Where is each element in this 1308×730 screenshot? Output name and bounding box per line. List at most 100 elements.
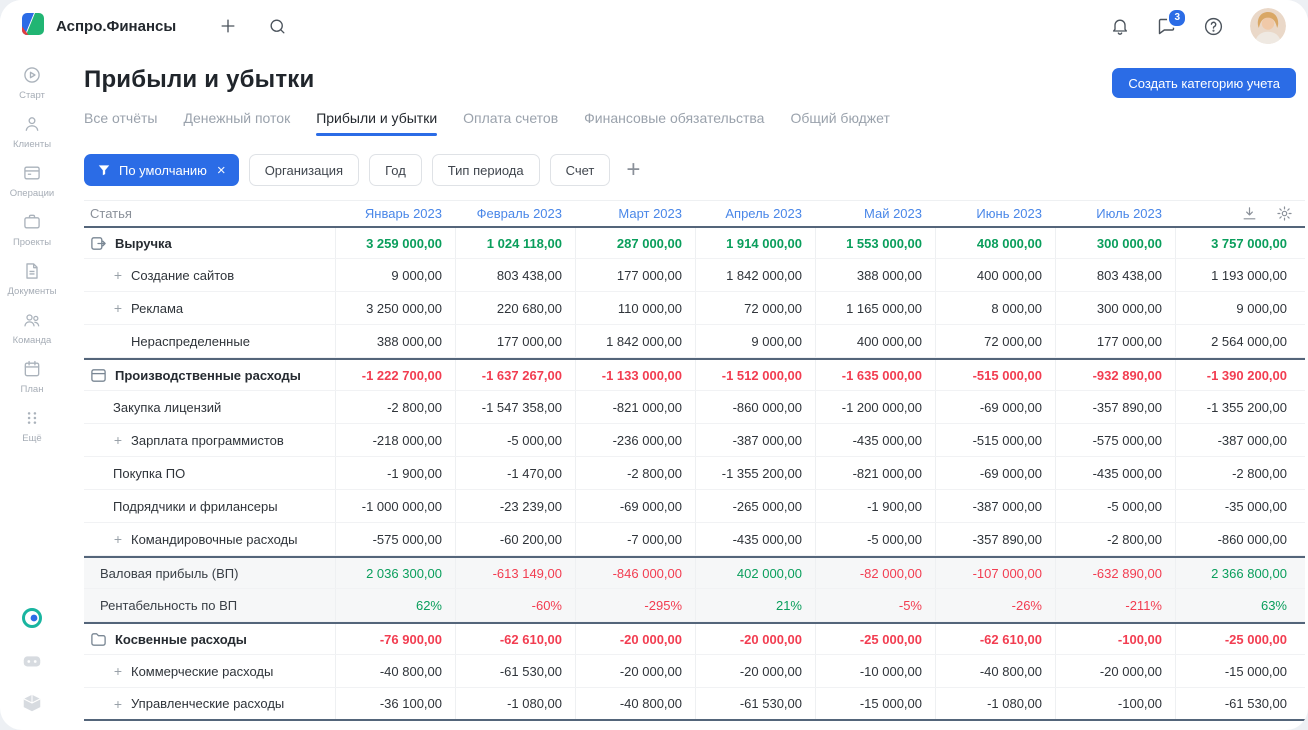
value-cell: -61 530,00 (455, 655, 575, 687)
pnl-table: Статья Январь 2023 Февраль 2023 Март 2023 А… (84, 200, 1305, 721)
messages-icon[interactable]: 3 (1156, 7, 1187, 37)
article-label: Покупка ПО (113, 465, 186, 481)
quick-add-icon[interactable] (218, 16, 238, 36)
article-label: Валовая прибыль (ВП) (100, 565, 239, 581)
value-cell: -821 000,00 (815, 457, 935, 489)
value-cell: 300 000,00 (1055, 292, 1175, 324)
remove-filter-icon[interactable]: × (217, 162, 226, 179)
value-cell: 300 000,00 (1055, 228, 1175, 258)
value-cell: -1 355 200,00 (1175, 391, 1305, 423)
notifications-bell-icon[interactable] (1110, 16, 1130, 36)
filter-chip-organization[interactable]: Организация (248, 154, 360, 186)
value-cell: -1 547 358,00 (455, 391, 575, 423)
sidebar-item-more[interactable]: Ещё (0, 401, 64, 450)
value-cell: 63% (1175, 589, 1305, 621)
table-row[interactable]: + Коммерческие расходы -40 800,00 -61 530,0… (84, 655, 1305, 688)
sidebar-item-label: Операции (9, 188, 55, 199)
filter-chip-year[interactable]: Год (369, 154, 422, 186)
article-cell: Покупка ПО (84, 457, 335, 489)
value-cell: 72 000,00 (935, 325, 1055, 357)
value-cell: 9 000,00 (335, 259, 455, 291)
table-row[interactable]: Производственные расходы -1 222 700,00 -1 … (84, 358, 1305, 391)
table-row[interactable]: Выручка 3 259 000,00 1 024 118,00 287 000,0… (84, 226, 1305, 259)
value-cell: -613 149,00 (455, 558, 575, 588)
create-category-button[interactable]: Создать категорию учета (1112, 68, 1296, 98)
value-cell: -1 133 000,00 (575, 360, 695, 390)
add-filter-button[interactable]: + (622, 158, 644, 182)
dock-app-icon-1[interactable] (21, 650, 43, 672)
brand-logo-icon (20, 11, 46, 42)
sidebar-item-label: План (20, 384, 44, 395)
value-cell: -1 470,00 (455, 457, 575, 489)
table-settings-gear-icon[interactable] (1276, 205, 1293, 222)
sidebar: Старт Клиенты Операции Проекты Документы Кома… (0, 52, 64, 730)
table-row[interactable]: Валовая прибыль (ВП) 2 036 300,00 -613 149… (84, 556, 1305, 589)
value-cell: 1 553 000,00 (815, 228, 935, 258)
table-row[interactable]: Рентабельность по ВП 62% -60% -295% 21% -5% -2… (84, 589, 1305, 622)
value-cell: -435 000,00 (695, 523, 815, 555)
value-cell: -107 000,00 (935, 558, 1055, 588)
value-cell: -40 800,00 (335, 655, 455, 687)
table-row[interactable]: + Управленческие расходы -36 100,00 -1 080,… (84, 688, 1305, 721)
value-cell: -2 800,00 (1175, 457, 1305, 489)
product-logo-icon[interactable] (20, 606, 44, 630)
sidebar-item-clients[interactable]: Клиенты (0, 107, 64, 156)
sidebar-item-documents[interactable]: Документы (0, 254, 64, 303)
expand-plus-icon[interactable]: + (113, 532, 123, 546)
value-cell: 400 000,00 (935, 259, 1055, 291)
table-row[interactable]: Подрядчики и фрилансеры -1 000 000,00 -23 … (84, 490, 1305, 523)
sidebar-item-projects[interactable]: Проекты (0, 205, 64, 254)
sidebar-item-plan[interactable]: План (0, 352, 64, 401)
sidebar-item-start[interactable]: Старт (0, 58, 64, 107)
value-cell: -1 900,00 (335, 457, 455, 489)
table-row[interactable]: + Реклама 3 250 000,00 220 680,00 110 000,00… (84, 292, 1305, 325)
value-cell: 402 000,00 (695, 558, 815, 588)
sidebar-item-operations[interactable]: Операции (0, 156, 64, 205)
table-body: Выручка 3 259 000,00 1 024 118,00 287 000,0… (84, 226, 1305, 721)
value-cell: 9 000,00 (695, 325, 815, 357)
tab-cash-flow[interactable]: Денежный поток (183, 108, 290, 136)
sidebar-item-team[interactable]: Команда (0, 303, 64, 352)
article-column-header: Статья (90, 206, 132, 221)
table-row[interactable]: Косвенные расходы -76 900,00 -62 610,00 -20… (84, 622, 1305, 655)
table-row[interactable]: + Создание сайтов 9 000,00 803 438,00 177 00… (84, 259, 1305, 292)
tab-bills-payment[interactable]: Оплата счетов (463, 108, 558, 136)
month-header: Июнь 2023 (976, 206, 1042, 221)
projects-icon (22, 212, 42, 232)
plan-icon (22, 359, 42, 379)
page-head: Прибыли и убытки Создать категорию учета (84, 66, 1308, 98)
default-filter-label: По умолчанию (119, 162, 207, 178)
download-icon[interactable] (1241, 205, 1258, 222)
table-row[interactable]: Нераспределенные 388 000,00 177 000,00 1 84… (84, 325, 1305, 358)
brand[interactable]: Аспро.Финансы (20, 11, 176, 42)
filter-chip-period-type[interactable]: Тип периода (431, 154, 540, 186)
tab-total-budget[interactable]: Общий бюджет (790, 108, 889, 136)
table-row[interactable]: + Командировочные расходы -575 000,00 -60 2… (84, 523, 1305, 556)
value-cell: -36 100,00 (335, 688, 455, 719)
sidebar-item-label: Проекты (12, 237, 52, 248)
tab-all-reports[interactable]: Все отчёты (84, 108, 157, 136)
dock-app-icon-2[interactable] (21, 692, 43, 714)
sidebar-item-label: Старт (19, 90, 45, 101)
avatar[interactable] (1250, 8, 1286, 44)
expand-plus-icon[interactable]: + (113, 664, 123, 678)
brand-name: Аспро.Финансы (56, 17, 177, 35)
search-icon[interactable] (268, 17, 287, 36)
table-row[interactable]: Покупка ПО -1 900,00 -1 470,00 -2 800,00 -1 … (84, 457, 1305, 490)
expand-plus-icon[interactable]: + (113, 301, 123, 315)
expand-plus-icon[interactable]: + (113, 433, 123, 447)
tab-liabilities[interactable]: Финансовые обязательства (584, 108, 764, 136)
tab-pnl[interactable]: Прибыли и убытки (316, 108, 437, 136)
value-cell: -40 800,00 (935, 655, 1055, 687)
expand-plus-icon[interactable]: + (113, 268, 123, 282)
expand-plus-icon[interactable]: + (113, 697, 123, 711)
value-cell: -5% (815, 589, 935, 621)
month-header: Февраль 2023 (476, 206, 562, 221)
article-cell: Производственные расходы (84, 360, 335, 390)
help-icon[interactable] (1203, 16, 1224, 37)
value-cell: -1 080,00 (935, 688, 1055, 719)
table-row[interactable]: + Зарплата программистов -218 000,00 -5 000… (84, 424, 1305, 457)
table-row[interactable]: Закупка лицензий -2 800,00 -1 547 358,00 -8… (84, 391, 1305, 424)
filter-chip-account[interactable]: Счет (549, 154, 611, 186)
default-filter-chip[interactable]: По умолчанию × (84, 154, 239, 186)
